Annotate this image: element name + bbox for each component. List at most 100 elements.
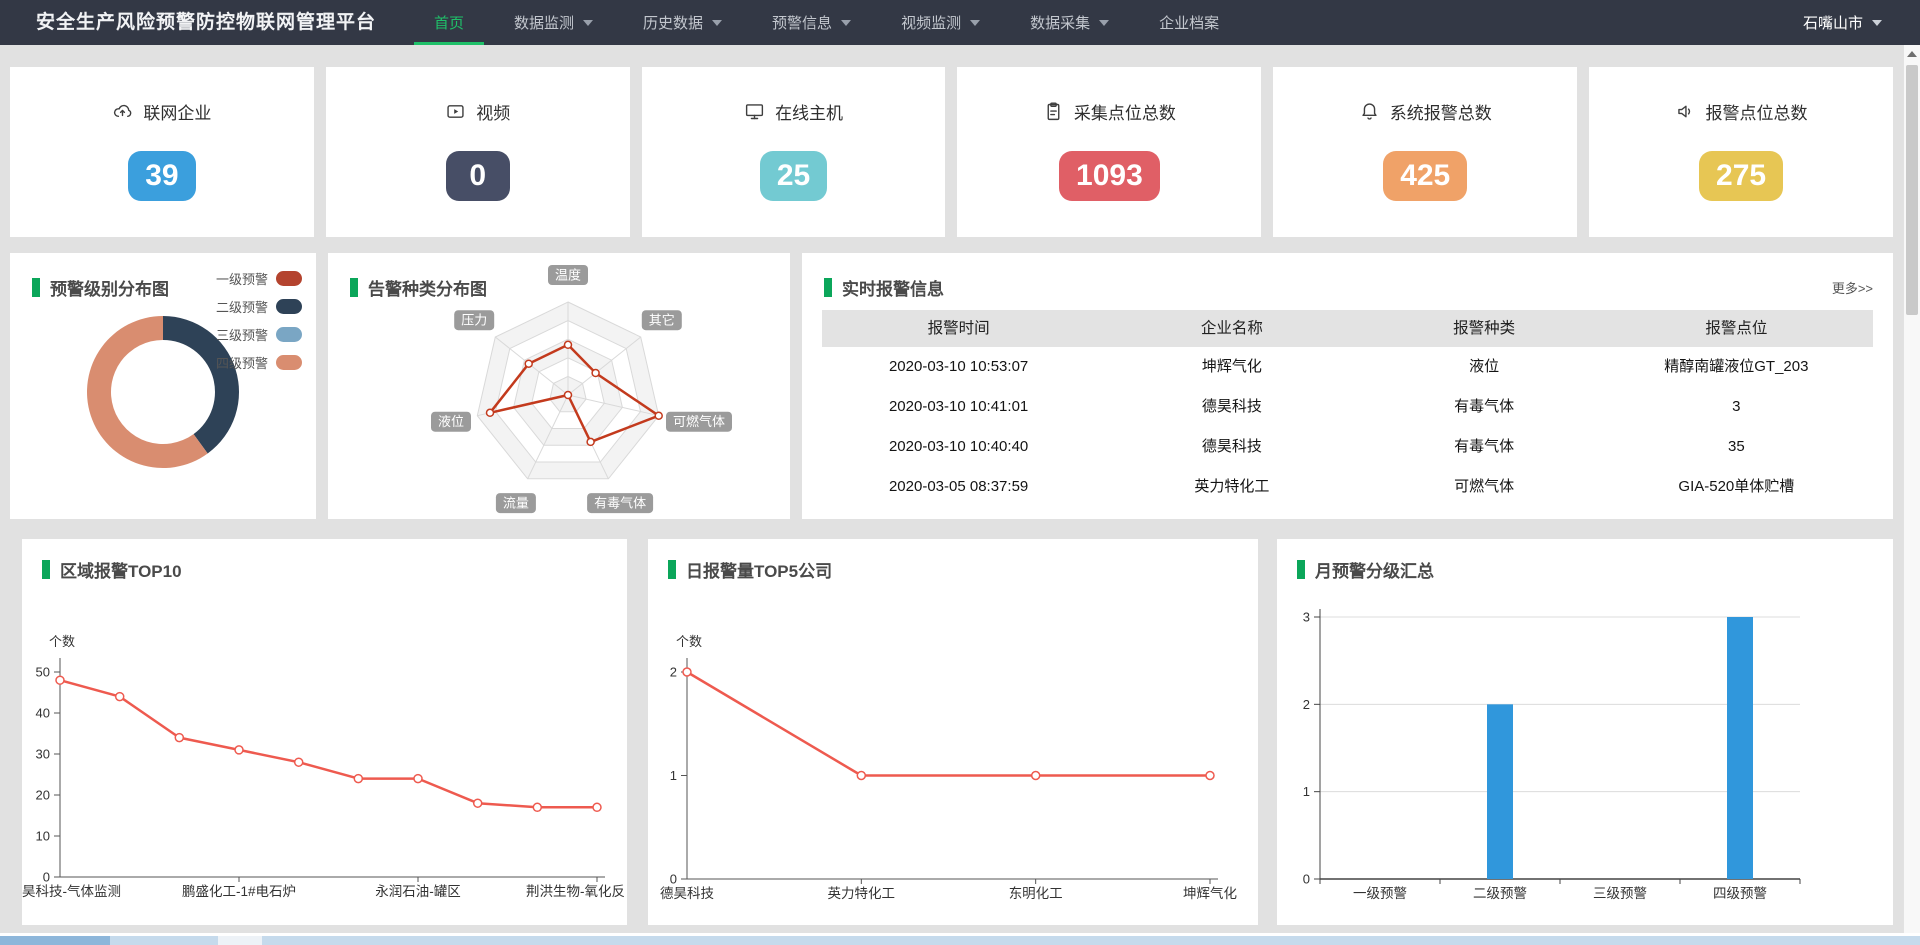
table-row[interactable]: 2020-03-10 10:53:07坤辉气化液位精醇南罐液位GT_203 bbox=[822, 347, 1873, 387]
bottom-strip bbox=[0, 933, 1920, 945]
stat-card-header: 采集点位总数 bbox=[1043, 99, 1176, 124]
more-link[interactable]: 更多>> bbox=[1832, 278, 1873, 297]
chevron-down-icon bbox=[970, 20, 980, 26]
panel-alarm-type-radar: 告警种类分布图 温度其它可燃气体有毒气体流量液位压力 bbox=[328, 253, 790, 519]
chevron-down-icon bbox=[841, 20, 851, 26]
legend-swatch bbox=[276, 355, 302, 370]
svg-text:可燃气体: 可燃气体 bbox=[673, 414, 725, 429]
stat-card-2: 在线主机 25 bbox=[642, 67, 946, 237]
stat-card-value-badge: 275 bbox=[1699, 151, 1783, 201]
table-row[interactable]: 2020-03-05 08:37:59英力特化工可燃气体GIA-520单体贮槽 bbox=[822, 467, 1873, 507]
stat-card-4: 系统报警总数 425 bbox=[1273, 67, 1577, 237]
svg-text:其它: 其它 bbox=[649, 313, 675, 328]
table-row[interactable]: 2020-03-10 10:41:01德昊科技有毒气体3 bbox=[822, 387, 1873, 427]
svg-text:流量: 流量 bbox=[503, 496, 529, 511]
nav-item-1[interactable]: 数据监测 bbox=[494, 0, 613, 45]
table-cell: 有毒气体 bbox=[1369, 387, 1600, 427]
legend-item[interactable]: 二级预警 bbox=[216, 297, 302, 316]
region-selector[interactable]: 石嘴山市 bbox=[1803, 0, 1882, 45]
panel-title-text: 预警级别分布图 bbox=[50, 275, 169, 300]
panel-title-text: 告警种类分布图 bbox=[368, 275, 487, 300]
svg-text:0: 0 bbox=[43, 870, 50, 885]
nav-item-0[interactable]: 首页 bbox=[414, 0, 484, 45]
panel-warning-level-pie: 预警级别分布图 一级预警二级预警三级预警四级预警 bbox=[10, 253, 316, 519]
panel-daily-alarm-top5: 日报警量TOP5公司 012个数德昊科技英力特化工东明化工坤辉气化 bbox=[648, 539, 1258, 925]
panel-realtime-alarms: 实时报警信息 更多>> 报警时间企业名称报警种类报警点位2020-03-10 1… bbox=[802, 253, 1893, 519]
panel-title: 实时报警信息 bbox=[824, 275, 944, 300]
table-row[interactable]: 2020-03-10 10:40:40德昊科技有毒气体35 bbox=[822, 427, 1873, 467]
stat-card-value-badge: 0 bbox=[446, 151, 510, 201]
legend-label: 一级预警 bbox=[216, 269, 268, 288]
legend-swatch bbox=[276, 327, 302, 342]
svg-text:2: 2 bbox=[1303, 697, 1310, 712]
daily-top5-line-chart: 012个数德昊科技英力特化工东明化工坤辉气化 bbox=[648, 539, 1258, 925]
panel-title-text: 区域报警TOP10 bbox=[60, 557, 182, 582]
svg-text:50: 50 bbox=[36, 665, 50, 680]
svg-text:英力特化工: 英力特化工 bbox=[828, 885, 896, 901]
nav-item-label: 视频监测 bbox=[901, 12, 961, 33]
svg-text:昊科技-气体监测: 昊科技-气体监测 bbox=[22, 884, 121, 899]
table-cell: 2020-03-05 08:37:59 bbox=[822, 467, 1095, 507]
panel-title: 日报警量TOP5公司 bbox=[668, 557, 832, 582]
svg-text:坤辉气化: 坤辉气化 bbox=[1183, 886, 1237, 901]
stat-card-label: 联网企业 bbox=[143, 99, 211, 124]
horizontal-scrollbar-segment bbox=[218, 936, 262, 945]
table-cell: 英力特化工 bbox=[1095, 467, 1368, 507]
svg-text:荆洪生物-氧化反: 荆洪生物-氧化反 bbox=[526, 884, 625, 899]
stat-card-label: 采集点位总数 bbox=[1074, 99, 1176, 124]
stat-card-header: 系统报警总数 bbox=[1359, 99, 1492, 124]
chevron-down-icon bbox=[1872, 20, 1882, 26]
nav-item-6[interactable]: 企业档案 bbox=[1139, 0, 1239, 45]
table-cell: 2020-03-10 10:40:40 bbox=[822, 427, 1095, 467]
chevron-down-icon bbox=[712, 20, 722, 26]
legend-swatch bbox=[276, 299, 302, 314]
stat-card-value-badge: 1093 bbox=[1059, 151, 1160, 201]
monthly-summary-bar-chart: 0123一级预警二级预警三级预警四级预警 bbox=[1277, 539, 1893, 925]
table-cell: 坤辉气化 bbox=[1095, 347, 1368, 387]
horizontal-scrollbar-thumb[interactable] bbox=[0, 936, 110, 945]
table-cell: 液位 bbox=[1369, 347, 1600, 387]
vertical-scrollbar[interactable] bbox=[1903, 45, 1920, 933]
svg-text:40: 40 bbox=[36, 706, 50, 721]
monitor-icon bbox=[744, 101, 765, 122]
stat-card-value-badge: 39 bbox=[128, 151, 195, 201]
legend-item[interactable]: 三级预警 bbox=[216, 325, 302, 344]
nav-item-label: 企业档案 bbox=[1159, 12, 1219, 33]
nav-item-3[interactable]: 预警信息 bbox=[752, 0, 871, 45]
svg-text:1: 1 bbox=[1303, 784, 1310, 799]
table-cell: 可燃气体 bbox=[1369, 467, 1600, 507]
legend-label: 四级预警 bbox=[216, 353, 268, 372]
horizontal-scrollbar[interactable] bbox=[0, 936, 1920, 945]
scroll-up-icon[interactable] bbox=[1907, 51, 1917, 57]
nav-item-2[interactable]: 历史数据 bbox=[623, 0, 742, 45]
table-cell: 有毒气体 bbox=[1369, 427, 1600, 467]
green-bullet-icon bbox=[42, 560, 50, 579]
nav-item-label: 首页 bbox=[434, 12, 464, 33]
stat-card-3: 采集点位总数 1093 bbox=[957, 67, 1261, 237]
table-cell: 2020-03-10 10:41:01 bbox=[822, 387, 1095, 427]
table-cell: 德昊科技 bbox=[1095, 427, 1368, 467]
green-bullet-icon bbox=[668, 560, 676, 579]
legend-item[interactable]: 一级预警 bbox=[216, 269, 302, 288]
table-cell: 德昊科技 bbox=[1095, 387, 1368, 427]
stat-card-value-badge: 425 bbox=[1383, 151, 1467, 201]
table-cell: 3 bbox=[1600, 387, 1873, 427]
svg-text:德昊科技: 德昊科技 bbox=[660, 886, 714, 901]
svg-text:个数: 个数 bbox=[49, 634, 75, 649]
table-cell: 精醇南罐液位GT_203 bbox=[1600, 347, 1873, 387]
nav-item-label: 数据监测 bbox=[514, 12, 574, 33]
stat-card-header: 在线主机 bbox=[744, 99, 843, 124]
vertical-scrollbar-thumb[interactable] bbox=[1906, 65, 1918, 315]
nav-item-5[interactable]: 数据采集 bbox=[1010, 0, 1129, 45]
legend-item[interactable]: 四级预警 bbox=[216, 353, 302, 372]
table-cell: 35 bbox=[1600, 427, 1873, 467]
table-cell: 2020-03-10 10:53:07 bbox=[822, 347, 1095, 387]
green-bullet-icon bbox=[32, 278, 40, 297]
stat-card-1: 视频0 bbox=[326, 67, 630, 237]
nav-item-4[interactable]: 视频监测 bbox=[881, 0, 1000, 45]
svg-text:有毒气体: 有毒气体 bbox=[594, 496, 646, 511]
stat-card-value-badge: 25 bbox=[760, 151, 827, 201]
svg-text:一级预警: 一级预警 bbox=[1353, 886, 1407, 901]
stat-cards-row: 联网企业39视频0在线主机25采集点位总数1093系统报警总数425报警点位总数… bbox=[10, 67, 1893, 237]
cloud-upload-icon bbox=[112, 101, 133, 122]
